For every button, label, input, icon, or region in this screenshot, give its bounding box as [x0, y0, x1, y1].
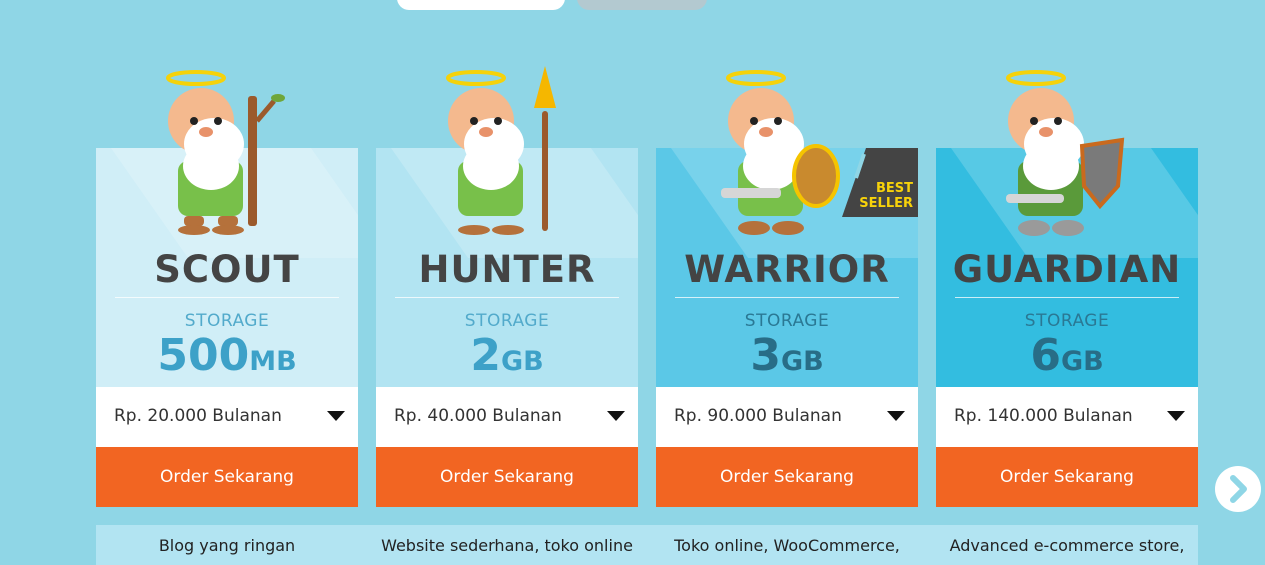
storage-label: STORAGE: [1024, 311, 1110, 331]
storage-unit: MB: [249, 346, 297, 377]
scout-mascot-icon: [166, 70, 285, 235]
plan-card-guardian: GUARDIAN STORAGE 6GB Rp. 140.000 Bulanan…: [936, 70, 1198, 507]
storage-unit: GB: [780, 346, 824, 377]
order-button[interactable]: Order Sekarang: [96, 447, 358, 507]
divider: [395, 297, 619, 298]
plan-name: GUARDIAN: [952, 248, 1182, 291]
plan-name: SCOUT: [154, 248, 300, 291]
price-select[interactable]: Rp. 20.000 Bulanan: [96, 387, 358, 447]
price-select[interactable]: Rp. 90.000 Bulanan: [656, 387, 918, 447]
price-value: Rp. 20.000 Bulanan: [114, 406, 282, 426]
storage-amount: 2: [470, 330, 501, 381]
plan-card-scout: SCOUT STORAGE 500MB Rp. 20.000 Bulanan O…: [96, 70, 358, 507]
storage-label: STORAGE: [744, 311, 830, 331]
storage-value: 6GB: [936, 330, 1198, 381]
storage-label: STORAGE: [464, 311, 550, 331]
price-value: Rp. 140.000 Bulanan: [954, 406, 1133, 426]
best-seller-line1: BEST: [875, 181, 913, 196]
order-button[interactable]: Order Sekarang: [656, 447, 918, 507]
plan-name: HUNTER: [418, 248, 596, 291]
storage-amount: 500: [157, 330, 250, 381]
storage-amount: 3: [750, 330, 781, 381]
storage-value: 500MB: [96, 330, 358, 381]
storage-value: 3GB: [656, 330, 918, 381]
caret-down-icon: [607, 411, 625, 421]
storage-label: STORAGE: [184, 311, 270, 331]
plan-card-warrior: BEST SELLER WARRIOR STORAGE 3GB Rp. 90.00…: [656, 70, 918, 507]
storage-amount: 6: [1030, 330, 1061, 381]
plan-description: Website sederhana, toko online: [381, 536, 633, 555]
plan-card-hunter: HUNTER STORAGE 2GB Rp. 40.000 Bulanan Or…: [376, 66, 638, 507]
plan-period-tab-active[interactable]: [397, 0, 565, 10]
plan-description: Toko online, WooCommerce,: [674, 536, 900, 555]
caret-down-icon: [1167, 411, 1185, 421]
order-button[interactable]: Order Sekarang: [376, 447, 638, 507]
price-select[interactable]: Rp. 140.000 Bulanan: [936, 387, 1198, 447]
plan-description: Blog yang ringan: [158, 536, 296, 555]
best-seller-badge: BEST SELLER: [842, 148, 918, 217]
plan-description: Advanced e-commerce store,: [949, 536, 1185, 555]
chevron-right-icon: [1230, 475, 1247, 503]
divider: [955, 297, 1179, 298]
hunter-mascot-icon: [446, 66, 556, 235]
plan-period-tab-inactive[interactable]: [577, 0, 707, 10]
divider: [115, 297, 339, 298]
divider: [675, 297, 899, 298]
caret-down-icon: [887, 411, 905, 421]
storage-value: 2GB: [376, 330, 638, 381]
best-seller-text: BEST SELLER: [853, 181, 913, 211]
guardian-mascot-icon: [1006, 70, 1125, 236]
storage-unit: GB: [500, 346, 544, 377]
price-value: Rp. 40.000 Bulanan: [394, 406, 562, 426]
carousel-next-button[interactable]: [1215, 466, 1261, 512]
best-seller-line2: SELLER: [859, 196, 913, 211]
caret-down-icon: [327, 411, 345, 421]
storage-unit: GB: [1060, 346, 1104, 377]
price-value: Rp. 90.000 Bulanan: [674, 406, 842, 426]
order-button[interactable]: Order Sekarang: [936, 447, 1198, 507]
plan-name: WARRIOR: [684, 248, 890, 291]
price-select[interactable]: Rp. 40.000 Bulanan: [376, 387, 638, 447]
